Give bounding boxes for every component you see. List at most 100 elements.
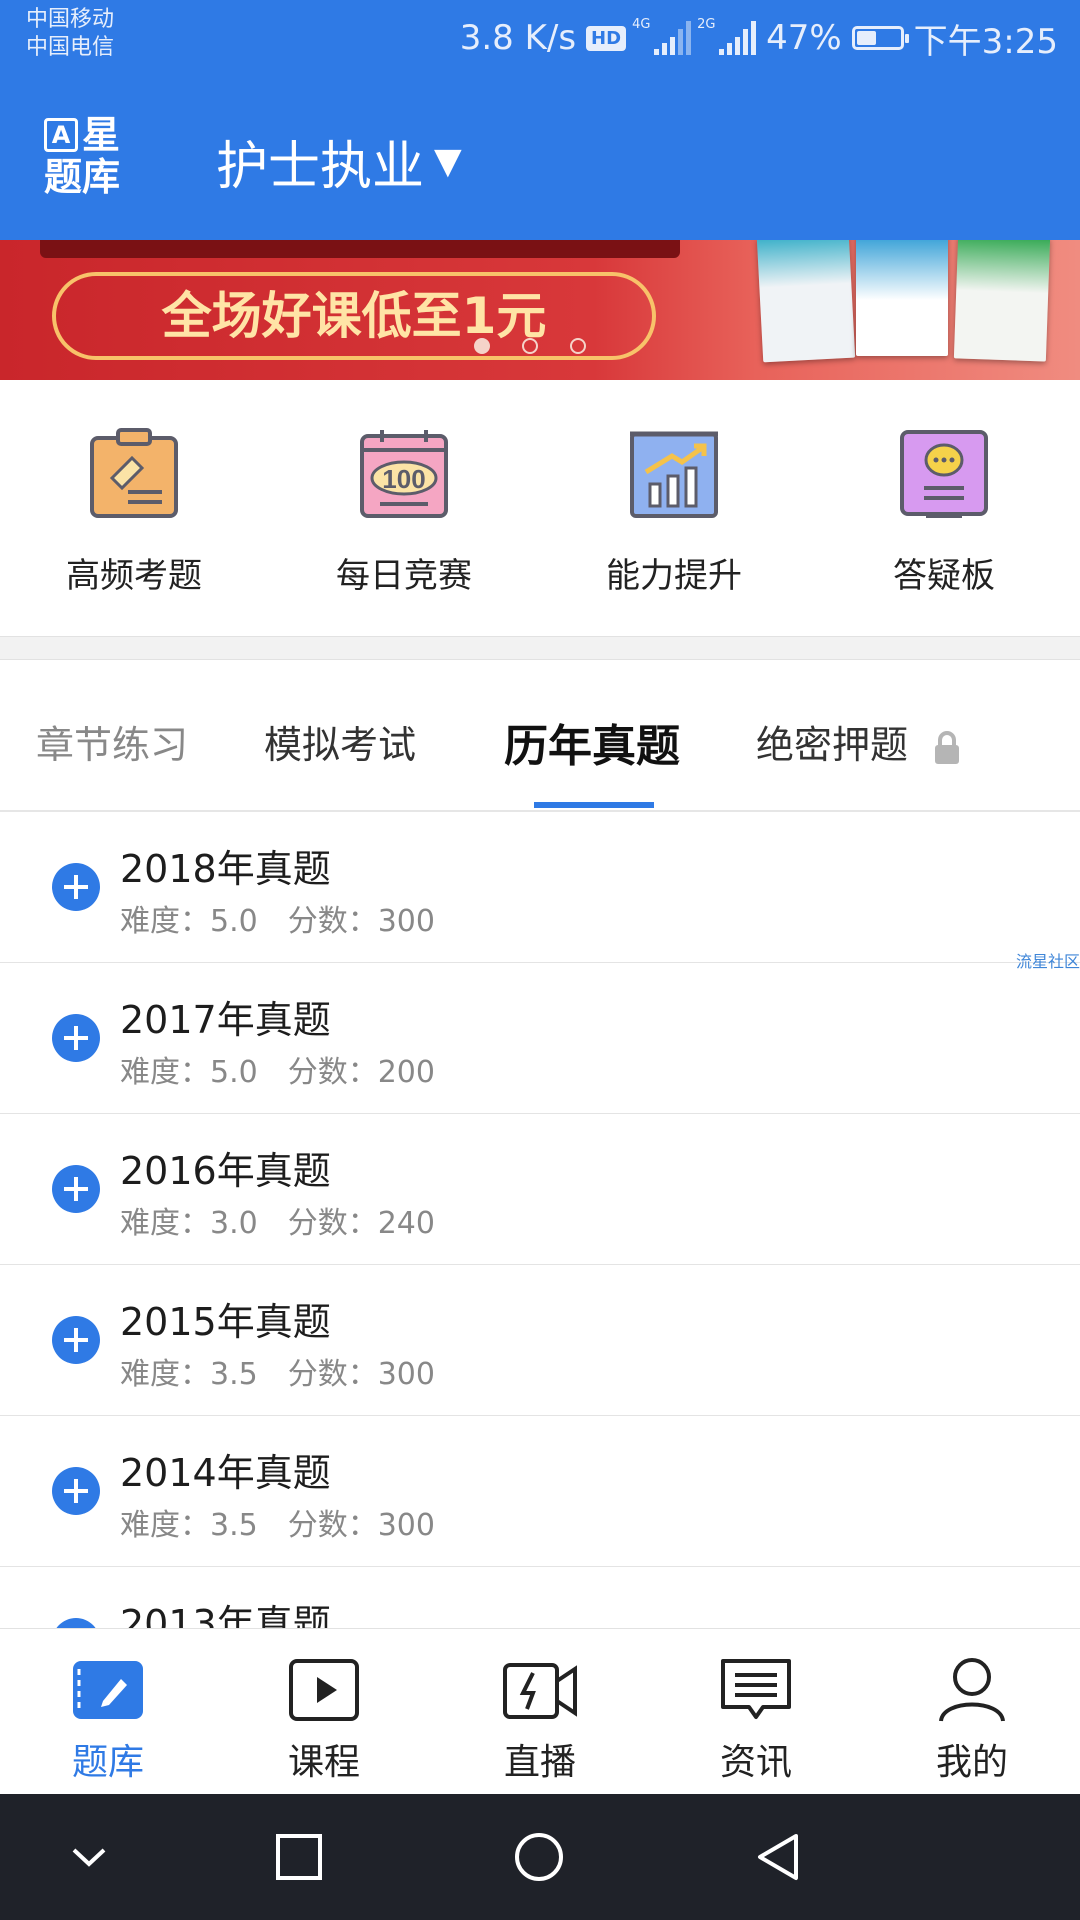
signal-2g-icon: 2G (697, 17, 757, 55)
quick-item-qa-board[interactable]: 答疑板 (834, 428, 1054, 597)
battery-icon (851, 26, 909, 50)
paper-title: 2013年真题 (120, 1602, 331, 1628)
list-item[interactable]: 2013年真题 (0, 1567, 1080, 1628)
paper-difficulty: 难度：3.5 (120, 1357, 258, 1392)
nav-label: 我的 (935, 1742, 1008, 1783)
exam-tabs: 章节练习 模拟考试 历年真题 绝密押题 (0, 660, 1080, 812)
carrier-2: 中国电信 (26, 35, 115, 60)
dropdown-caret-icon: ▼ (434, 141, 462, 182)
app-logo: A 星 题库 (44, 114, 128, 198)
paper-title: 2018年真题 (120, 847, 331, 891)
question-bank-icon (73, 1661, 143, 1719)
logo-a-mark: A (44, 118, 78, 152)
nav-courses[interactable]: 课程 (244, 1655, 404, 1785)
carrier-info: 中国移动 中国电信 (26, 6, 114, 62)
paper-title: 2014年真题 (120, 1451, 331, 1495)
quick-item-high-frequency[interactable]: 高频考题 (24, 428, 244, 597)
banner-dot[interactable] (570, 338, 586, 354)
clock: 下午3:25 (913, 21, 1058, 62)
paper-score: 分数：300 (287, 1508, 435, 1543)
paper-difficulty: 难度：3.5 (120, 1508, 258, 1543)
watermark-text: 流星社区 (1015, 952, 1080, 971)
paper-difficulty: 难度：5.0 (120, 1055, 258, 1090)
add-circle-icon[interactable] (52, 1618, 100, 1628)
nav-live[interactable]: 直播 (460, 1655, 620, 1785)
list-item[interactable]: 2017年真题 难度：5.0 分数：200 (0, 963, 1080, 1114)
banner-dot[interactable] (474, 338, 490, 354)
paper-score: 分数：300 (287, 1357, 435, 1392)
paper-meta: 难度：5.0 分数：200 (120, 1047, 435, 1091)
recent-apps-icon[interactable] (274, 1832, 324, 1882)
list-item[interactable]: 2014年真题 难度：3.5 分数：300 (0, 1416, 1080, 1567)
paper-meta: 难度：3.5 分数：300 (120, 1500, 435, 1544)
paper-meta: 难度：3.0 分数：240 (120, 1198, 435, 1242)
add-circle-icon[interactable] (52, 1014, 100, 1062)
paper-title: 2016年真题 (120, 1149, 331, 1193)
system-nav-bar (0, 1794, 1080, 1920)
profile-icon (939, 1658, 1005, 1722)
network-speed: 3.8 K/s (459, 18, 577, 58)
logo-text-bottom: 题库 (44, 155, 121, 199)
status-bar: 中国移动 中国电信 3.8 K/s HD 4G 2G 47% 下午3:25 (0, 0, 1080, 78)
paper-difficulty: 难度：3.0 (120, 1206, 258, 1241)
list-item[interactable]: 2018年真题 难度：5.0 分数：300 (0, 812, 1080, 963)
banner-dot[interactable] (522, 338, 538, 354)
quick-item-daily-contest[interactable]: 100 每日竞赛 (294, 428, 514, 597)
back-icon[interactable] (754, 1832, 804, 1882)
tab-secret-predictions[interactable]: 绝密押题 (756, 714, 962, 769)
lock-icon (935, 730, 960, 764)
logo-text-top: 星 (82, 113, 121, 157)
clipboard-pin-icon (90, 428, 178, 518)
nav-label: 资讯 (719, 1742, 792, 1783)
app-header: A 星 题库 护士执业 ▼ (0, 78, 1080, 240)
quick-item-label: 每日竞赛 (336, 556, 472, 596)
tab-mock-exam[interactable]: 模拟考试 (264, 714, 416, 769)
paper-title: 2015年真题 (120, 1300, 331, 1344)
paper-meta: 难度：3.5 分数：300 (120, 1349, 435, 1393)
promo-banner[interactable]: 全场好课低至1元 (0, 240, 1080, 380)
home-icon[interactable] (514, 1832, 564, 1882)
bar-chart-up-icon (630, 431, 718, 518)
nav-label: 课程 (287, 1742, 360, 1783)
news-chat-icon (721, 1659, 791, 1719)
nav-label: 题库 (71, 1742, 144, 1783)
exam-category-selector[interactable]: 护士执业 ▼ (216, 124, 462, 199)
quick-item-ability-boost[interactable]: 能力提升 (564, 428, 784, 597)
banner-top-stripe (40, 240, 680, 258)
quick-item-label: 高频考题 (66, 556, 202, 596)
tab-past-papers[interactable]: 历年真题 (504, 710, 680, 774)
paper-score: 分数：240 (287, 1206, 435, 1241)
add-circle-icon[interactable] (52, 1467, 100, 1515)
tab-chapter-practice[interactable]: 章节练习 (36, 714, 188, 769)
list-item[interactable]: 2016年真题 难度：3.0 分数：240 (0, 1114, 1080, 1265)
battery-percent: 47% (766, 18, 842, 58)
status-indicators: 3.8 K/s HD 4G 2G 47% 下午3:25 (460, 12, 1058, 64)
nav-profile[interactable]: 我的 (892, 1655, 1052, 1785)
banner-pagination (474, 338, 586, 354)
svg-text:100: 100 (382, 464, 425, 494)
hide-keyboard-icon[interactable] (64, 1832, 114, 1882)
quick-item-label: 答疑板 (893, 556, 995, 596)
bottom-nav: 题库 课程 直播 资讯 我的 (0, 1628, 1080, 1795)
hd-icon: HD (586, 25, 627, 51)
signal-4g-icon: 4G (632, 17, 692, 55)
nav-label: 直播 (503, 1742, 576, 1783)
paper-score: 分数：200 (287, 1055, 435, 1090)
add-circle-icon[interactable] (52, 1165, 100, 1213)
paper-difficulty: 难度：5.0 (120, 904, 258, 939)
section-divider (0, 636, 1080, 660)
add-circle-icon[interactable] (52, 1316, 100, 1364)
net-2g-label: 2G (697, 17, 716, 32)
chat-board-icon (900, 430, 988, 518)
add-circle-icon[interactable] (52, 863, 100, 911)
active-tab-indicator (534, 802, 654, 808)
paper-title: 2017年真题 (120, 998, 331, 1042)
nav-news[interactable]: 资讯 (676, 1655, 836, 1785)
net-4g-label: 4G (632, 17, 651, 32)
list-item[interactable]: 2015年真题 难度：3.5 分数：300 (0, 1265, 1080, 1416)
paper-score: 分数：300 (287, 904, 435, 939)
live-camera-icon (503, 1663, 577, 1719)
tab-label: 绝密押题 (756, 723, 909, 767)
nav-question-bank[interactable]: 题库 (28, 1655, 188, 1785)
carrier-1: 中国移动 (26, 7, 115, 32)
